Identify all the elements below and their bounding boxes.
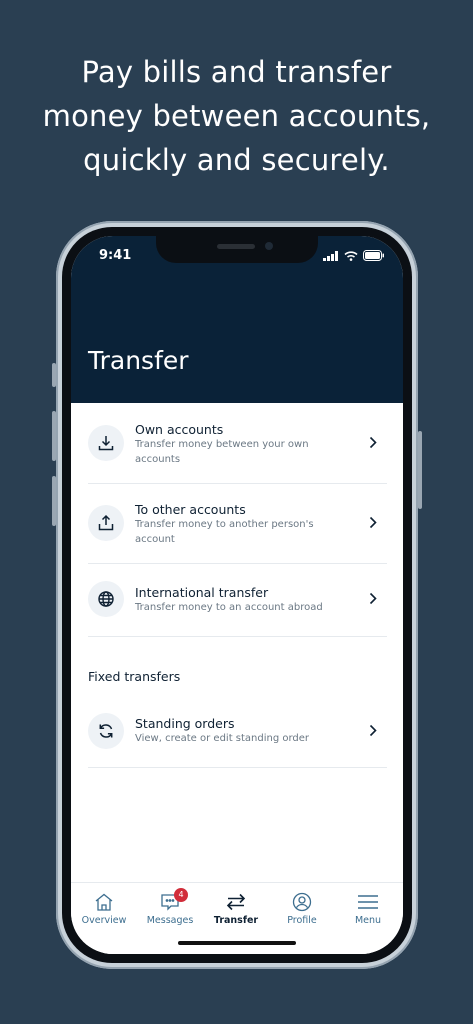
tab-menu-label: Menu [354, 915, 382, 926]
marketing-headline: Pay bills and transfer money between acc… [0, 50, 473, 182]
camera [265, 242, 273, 250]
fixed-transfers-heading: Fixed transfers [88, 669, 181, 684]
globe-icon [88, 581, 124, 617]
signal-icon [323, 250, 338, 261]
chevron-right-icon [369, 724, 377, 737]
other-accounts-title: To other accounts [135, 502, 246, 517]
other-accounts-subtitle: Transfer money to another person's accou… [135, 519, 314, 545]
tab-overview[interactable]: Overview [71, 891, 137, 926]
standing-orders-subtitle: View, create or edit standing order [135, 733, 310, 744]
standing-orders-item[interactable]: Standing orders View, create or edit sta… [88, 695, 387, 768]
messages-badge: 4 [174, 888, 188, 902]
headline-line-3: quickly and securely. [83, 143, 390, 177]
refresh-icon [88, 713, 124, 749]
phone-mute-switch [52, 363, 56, 387]
phone-volume-up [52, 411, 56, 461]
download-icon [88, 425, 124, 461]
tab-messages[interactable]: 4 Messages [137, 888, 203, 926]
headline-line-2: money between accounts, [42, 99, 431, 133]
tab-transfer-label: Transfer [213, 915, 259, 926]
status-icons [323, 250, 385, 261]
phone-volume-down [52, 476, 56, 526]
wifi-icon [344, 250, 358, 261]
transfer-arrows-icon [226, 893, 246, 911]
standing-orders-title: Standing orders [135, 716, 235, 731]
speaker [217, 244, 255, 249]
page-title: Transfer [88, 346, 189, 375]
chevron-right-icon [369, 516, 377, 529]
chevron-right-icon [369, 436, 377, 449]
international-transfer-title: International transfer [135, 585, 269, 600]
battery-icon [363, 250, 384, 261]
hamburger-icon [358, 895, 378, 909]
profile-icon [292, 892, 312, 912]
tab-overview-label: Overview [81, 915, 127, 926]
tab-profile[interactable]: Profile [269, 891, 335, 926]
upload-icon [88, 505, 124, 541]
tab-messages-label: Messages [146, 915, 194, 926]
tab-transfer[interactable]: Transfer [203, 891, 269, 926]
app-header: 9:41 Transfer [71, 236, 403, 403]
international-transfer-item[interactable]: International transfer Transfer money to… [88, 563, 387, 637]
own-accounts-subtitle: Transfer money between your own accounts [135, 439, 309, 465]
app-screen: 9:41 Transfer Own accounts Transfer mone… [71, 236, 403, 954]
international-transfer-subtitle: Transfer money to an account abroad [135, 602, 323, 613]
phone-frame: 9:41 Transfer Own accounts Transfer mone… [52, 221, 422, 969]
other-accounts-item[interactable]: To other accounts Transfer money to anot… [88, 483, 387, 564]
status-time: 9:41 [99, 248, 132, 263]
chevron-right-icon [369, 592, 377, 605]
home-indicator [178, 941, 296, 945]
notch [156, 236, 318, 263]
tab-profile-label: Profile [287, 915, 317, 926]
phone-power-button [418, 431, 422, 509]
headline-line-1: Pay bills and transfer [81, 55, 392, 89]
home-icon [95, 893, 113, 911]
own-accounts-item[interactable]: Own accounts Transfer money between your… [88, 403, 387, 484]
tab-menu[interactable]: Menu [335, 891, 401, 926]
own-accounts-title: Own accounts [135, 422, 224, 437]
